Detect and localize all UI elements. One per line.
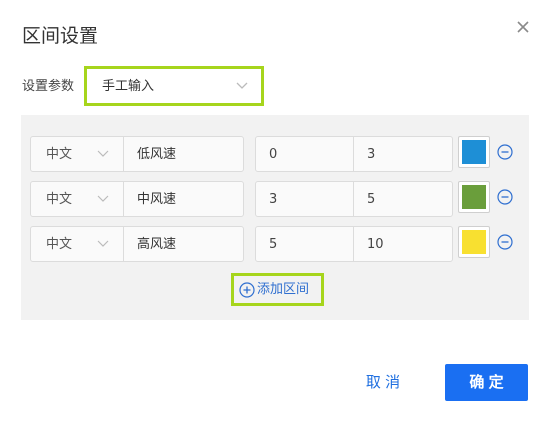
range-min-value: 3: [269, 192, 278, 207]
close-icon[interactable]: [513, 17, 533, 37]
color-swatch: [462, 185, 486, 209]
range-max-input[interactable]: 5: [353, 181, 453, 217]
param-select-value: 手工输入: [102, 79, 155, 94]
color-swatch: [462, 230, 486, 254]
add-interval-button[interactable]: 添加区间: [231, 273, 324, 306]
range-max-input[interactable]: 10: [353, 226, 453, 262]
chevron-down-icon: [236, 82, 248, 89]
chevron-down-icon: [97, 240, 109, 247]
range-max-value: 5: [367, 192, 376, 207]
interval-settings-dialog: 区间设置 设置参数 手工输入 中文 低风速 0 3 中文 中风速 3 5 中文 …: [0, 0, 550, 424]
language-select[interactable]: 中文: [30, 136, 124, 172]
confirm-button[interactable]: 确 定: [445, 364, 528, 401]
chevron-down-icon: [97, 150, 109, 157]
range-min-input[interactable]: 3: [255, 181, 355, 217]
interval-name-input[interactable]: 低风速: [123, 136, 244, 172]
color-picker[interactable]: [458, 136, 490, 168]
range-max-value: 10: [367, 237, 384, 252]
language-select[interactable]: 中文: [30, 181, 124, 217]
interval-name-input[interactable]: 中风速: [123, 181, 244, 217]
interval-name-value: 低风速: [137, 147, 177, 162]
remove-circle-icon[interactable]: [497, 189, 513, 205]
range-min-input[interactable]: 5: [255, 226, 355, 262]
color-swatch: [462, 140, 486, 164]
language-select-value: 中文: [46, 192, 73, 207]
add-interval-label: 添加区间: [257, 282, 310, 297]
range-min-value: 5: [269, 237, 278, 252]
param-label: 设置参数: [22, 79, 75, 94]
range-max-input[interactable]: 3: [353, 136, 453, 172]
chevron-down-icon: [97, 195, 109, 202]
range-min-value: 0: [269, 147, 278, 162]
param-select[interactable]: 手工输入: [84, 66, 264, 106]
interval-name-value: 中风速: [137, 192, 177, 207]
language-select-value: 中文: [46, 147, 73, 162]
color-picker[interactable]: [458, 181, 490, 213]
interval-name-input[interactable]: 高风速: [123, 226, 244, 262]
add-circle-icon: [239, 282, 255, 298]
remove-circle-icon[interactable]: [497, 234, 513, 250]
dialog-title: 区间设置: [22, 25, 99, 47]
interval-name-value: 高风速: [137, 237, 177, 252]
color-picker[interactable]: [458, 226, 490, 258]
language-select[interactable]: 中文: [30, 226, 124, 262]
range-max-value: 3: [367, 147, 376, 162]
language-select-value: 中文: [46, 237, 73, 252]
cancel-button[interactable]: 取 消: [355, 365, 411, 401]
remove-circle-icon[interactable]: [497, 144, 513, 160]
range-min-input[interactable]: 0: [255, 136, 355, 172]
